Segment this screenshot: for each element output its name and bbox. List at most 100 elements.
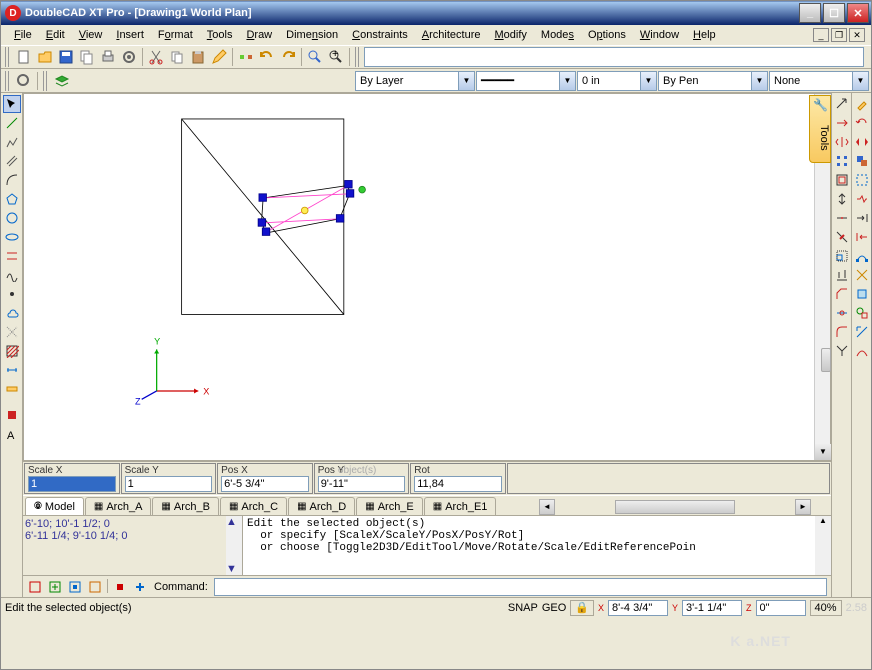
copy-button[interactable] [77,47,97,67]
redo-button[interactable] [278,47,298,67]
geo-toggle[interactable]: GEO [542,602,566,614]
line-tool[interactable] [3,114,21,132]
square-plus-icon[interactable] [47,579,63,595]
spline-tool[interactable] [3,266,21,284]
tab-arch-c[interactable]: ▦ Arch_C [220,497,287,515]
mdi-restore-button[interactable]: ❐ [831,28,847,42]
polyline-tool[interactable] [3,133,21,151]
curve-tool[interactable] [853,342,871,360]
square-orange-icon[interactable] [87,579,103,595]
fillet-tool[interactable] [833,323,851,341]
tab-arch-a[interactable]: ▦ Arch_A [85,497,152,515]
square-blue-icon[interactable] [67,579,83,595]
posy-input[interactable] [318,476,406,492]
region-tool[interactable] [853,285,871,303]
quick-mod-tool[interactable] [853,171,871,189]
status-z-input[interactable] [756,600,806,616]
ellipse-tool[interactable] [3,228,21,246]
dot-icon[interactable] [112,579,128,595]
group-tool[interactable] [853,152,871,170]
move-tool[interactable] [833,95,851,113]
square-red-icon[interactable] [27,579,43,595]
mirror-tool[interactable] [833,133,851,151]
flip-tool[interactable] [853,133,871,151]
linetype-combo[interactable]: ━━━━━▼ [476,71,576,91]
tab-arch-d[interactable]: ▦ Arch_D [288,497,355,515]
menu-dimension[interactable]: Dimension [279,27,345,43]
cmd-scroll[interactable]: ▲ [815,516,831,575]
edit-button[interactable] [209,47,229,67]
quick-input[interactable] [364,47,864,67]
scalex-input[interactable] [28,476,116,492]
grip-icon[interactable] [5,71,11,91]
minimize-button[interactable]: _ [799,3,821,23]
new-file-button[interactable] [14,47,34,67]
command-input[interactable] [214,578,827,596]
scale-tool[interactable] [833,247,851,265]
zoom-window-button[interactable] [305,47,325,67]
grip-icon[interactable] [355,47,361,67]
cloud-tool[interactable] [3,304,21,322]
hscroll-right[interactable]: ► [795,499,811,515]
menu-help[interactable]: Help [686,27,723,43]
brush-tool[interactable] [853,95,871,113]
array-tool[interactable] [833,152,851,170]
right-scroll-thumb[interactable] [821,348,831,372]
shrink-tool[interactable] [853,228,871,246]
style-combo[interactable]: None▼ [769,71,869,91]
menu-view[interactable]: View [72,27,110,43]
join-tool[interactable] [833,304,851,322]
arc-tool[interactable] [3,171,21,189]
extend-tool[interactable] [853,209,871,227]
menu-draw[interactable]: Draw [239,27,279,43]
measure-tool[interactable] [3,380,21,398]
snap-toggle[interactable]: SNAP [508,602,538,614]
copy2-button[interactable] [167,47,187,67]
point-tool[interactable] [3,285,21,303]
break-tool[interactable] [853,190,871,208]
undo-button[interactable] [257,47,277,67]
history-scroll[interactable]: ▲▼ [226,516,242,575]
close-button[interactable]: ✕ [847,3,869,23]
gear-dropdown-button[interactable] [14,71,34,91]
status-y-input[interactable] [682,600,742,616]
menu-modify[interactable]: Modify [487,27,533,43]
tools-panel-tab[interactable]: Tools [809,95,831,163]
doubleline-tool[interactable] [3,152,21,170]
mdi-close-button[interactable]: ✕ [849,28,865,42]
offset-tool[interactable] [833,171,851,189]
hatch-tool[interactable] [3,342,21,360]
parallel-tool[interactable] [3,247,21,265]
tab-arch-b[interactable]: ▦ Arch_B [152,497,219,515]
layer-combo[interactable]: By Layer▼ [355,71,475,91]
maximize-button[interactable]: ☐ [823,3,845,23]
scaley-input[interactable] [125,476,213,492]
zoom-indicator[interactable]: 40% [810,600,842,616]
menu-constraints[interactable]: Constraints [345,27,415,43]
block-tool[interactable] [3,406,21,424]
stretch-tool[interactable] [833,190,851,208]
rot-input[interactable] [414,476,502,492]
menu-insert[interactable]: Insert [109,27,151,43]
meet-tool[interactable] [833,342,851,360]
trim-tool[interactable] [833,228,851,246]
rotate-tool[interactable] [853,114,871,132]
print-button[interactable] [98,47,118,67]
open-file-button[interactable] [35,47,55,67]
menu-format[interactable]: Format [151,27,200,43]
construction-tool[interactable] [3,323,21,341]
settings-button[interactable] [119,47,139,67]
lineweight-combo[interactable]: 0 in▼ [577,71,657,91]
lock-indicator[interactable]: 🔒 [570,600,594,616]
tab-arch-e[interactable]: ▦ Arch_E [356,497,423,515]
node-edit-tool[interactable] [853,247,871,265]
hscroll-left[interactable]: ◄ [539,499,555,515]
menu-architecture[interactable]: Architecture [415,27,488,43]
layer-manager-button[interactable] [52,71,72,91]
add-icon[interactable] [132,579,148,595]
convert-tool[interactable] [853,304,871,322]
menu-window[interactable]: Window [633,27,686,43]
split-tool[interactable] [833,209,851,227]
grip-icon[interactable] [5,47,11,67]
cut-button[interactable] [146,47,166,67]
